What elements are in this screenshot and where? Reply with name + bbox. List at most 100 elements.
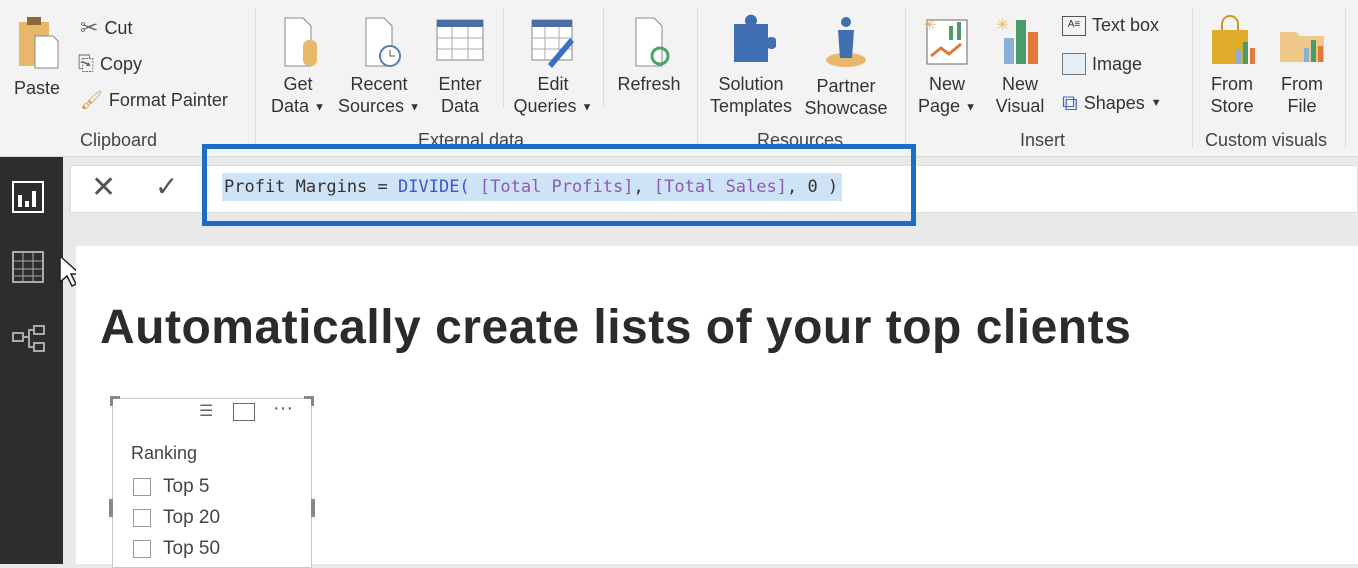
- label: Visual: [995, 96, 1045, 116]
- caret-down-icon: ▼: [1150, 97, 1162, 109]
- folder-chart-icon: [1280, 32, 1324, 62]
- group-label-insert: Insert: [1020, 130, 1066, 150]
- shapes-icon: ⧉: [1062, 90, 1078, 115]
- report-view-icon[interactable]: [12, 181, 44, 213]
- new-visual-icon: ✳: [996, 17, 1038, 64]
- cut-label: Cut: [104, 17, 133, 38]
- divider: [503, 8, 504, 108]
- page-title: Automatically create lists of your top c…: [100, 301, 1132, 354]
- label: Shapes: [1083, 92, 1145, 113]
- divider: [697, 8, 698, 148]
- label: Store: [1210, 96, 1254, 116]
- label: Get: [283, 74, 313, 94]
- slicer-header: Ranking: [131, 443, 198, 463]
- table-icon: [436, 19, 484, 61]
- copy-icon: ⎘: [78, 53, 94, 75]
- divider: [255, 8, 256, 148]
- database-icon: [284, 17, 317, 67]
- recent-sources-button[interactable]: Recent Sources ▼: [336, 16, 422, 118]
- solution-templates-button[interactable]: Solution Templates: [706, 14, 796, 117]
- relationships-view-icon[interactable]: [12, 325, 46, 355]
- format-painter-label: Format Painter: [108, 90, 228, 110]
- highlight-box: [202, 144, 916, 226]
- copy-button[interactable]: ⎘ Copy: [78, 53, 142, 76]
- paste-button[interactable]: Paste: [10, 14, 64, 99]
- partner-icon: [826, 17, 866, 67]
- label: New: [1001, 74, 1038, 94]
- label: Showcase: [804, 98, 888, 118]
- new-visual-button[interactable]: ✳ New Visual: [988, 14, 1052, 117]
- shapes-button[interactable]: ⧉ Shapes ▼: [1062, 90, 1162, 116]
- checkbox[interactable]: [133, 540, 151, 558]
- label: Page: [918, 96, 961, 116]
- cancel-formula-x-icon[interactable]: ✕: [91, 170, 116, 205]
- label: Partner: [816, 76, 876, 96]
- label: Recent: [350, 74, 408, 94]
- format-painter-button[interactable]: 🖌 Format Painter: [80, 90, 228, 111]
- edit-table-icon: [531, 19, 574, 68]
- svg-text:✳: ✳: [996, 17, 1009, 34]
- more-options-icon[interactable]: ···: [273, 397, 293, 420]
- text-box-icon: A≡: [1062, 15, 1086, 36]
- copy-label: Copy: [100, 54, 143, 74]
- label: New: [928, 74, 965, 94]
- checkbox[interactable]: [133, 509, 151, 527]
- clock-document-icon: [365, 17, 401, 67]
- label: Solution: [718, 74, 784, 94]
- refresh-icon: [635, 17, 670, 67]
- label: Data: [440, 96, 480, 116]
- drag-handle-icon[interactable]: ☰: [199, 401, 213, 421]
- focus-mode-icon[interactable]: [233, 403, 255, 421]
- caret-down-icon: ▼: [965, 101, 976, 114]
- paste-icon: [19, 17, 59, 69]
- option-label: Top 5: [163, 476, 210, 497]
- new-page-button[interactable]: ✳ New Page ▼: [912, 14, 982, 118]
- caret-down-icon: ▼: [409, 101, 420, 114]
- label: Image: [1092, 53, 1143, 74]
- text-box-button[interactable]: A≡ Text box: [1062, 15, 1159, 36]
- caret-down-icon: ▼: [581, 101, 593, 114]
- data-view-icon[interactable]: [12, 251, 44, 283]
- store-icon: [1212, 15, 1255, 64]
- label: Refresh: [617, 74, 681, 94]
- divider: [905, 8, 906, 148]
- image-button[interactable]: Image: [1062, 53, 1142, 75]
- group-label-custom-visuals: Custom visuals: [1205, 130, 1328, 150]
- label: Data: [271, 96, 310, 116]
- slicer-option[interactable]: Top 5: [133, 476, 209, 498]
- label: Sources: [338, 96, 405, 116]
- slicer-option[interactable]: Top 20: [133, 507, 220, 529]
- ribbon: Paste ✂ Cut ⎘ Copy 🖌 Format Painter Clipboa…: [0, 0, 1358, 157]
- scissors-icon: ✂: [80, 15, 99, 40]
- paintbrush-icon: 🖌: [80, 90, 103, 110]
- divider: [1345, 8, 1346, 148]
- label: Text box: [1092, 15, 1160, 35]
- divider: [1192, 8, 1193, 148]
- refresh-button[interactable]: Refresh: [612, 16, 686, 95]
- get-data-button[interactable]: Get Data ▼: [266, 16, 330, 118]
- checkbox[interactable]: [133, 478, 151, 496]
- label: Edit: [537, 74, 569, 94]
- partner-showcase-button[interactable]: Partner Showcase: [800, 14, 892, 119]
- cut-button[interactable]: ✂ Cut: [80, 15, 132, 41]
- enter-data-button[interactable]: Enter Data: [430, 16, 490, 117]
- svg-text:✳: ✳: [923, 17, 936, 34]
- edit-queries-button[interactable]: Edit Queries ▼: [510, 16, 596, 118]
- label: File: [1287, 96, 1317, 116]
- slicer-option[interactable]: Top 50: [133, 538, 220, 560]
- from-store-button[interactable]: From Store: [1200, 14, 1264, 117]
- view-sidebar: [0, 157, 63, 564]
- caret-down-icon: ▼: [314, 101, 325, 114]
- divider: [603, 8, 604, 108]
- option-label: Top 50: [163, 538, 221, 559]
- image-icon: [1062, 53, 1086, 75]
- label: From: [1211, 74, 1253, 94]
- option-label: Top 20: [163, 507, 221, 528]
- commit-formula-check-icon[interactable]: ✓: [155, 170, 178, 203]
- new-page-icon: ✳: [923, 17, 968, 65]
- label: Templates: [709, 96, 793, 116]
- ranking-slicer[interactable]: ☰ ··· Ranking Top 5 Top 20 Top 50: [109, 396, 315, 568]
- group-label-clipboard: Clipboard: [80, 130, 158, 150]
- label: From: [1281, 74, 1323, 94]
- from-file-button[interactable]: From File: [1270, 14, 1334, 117]
